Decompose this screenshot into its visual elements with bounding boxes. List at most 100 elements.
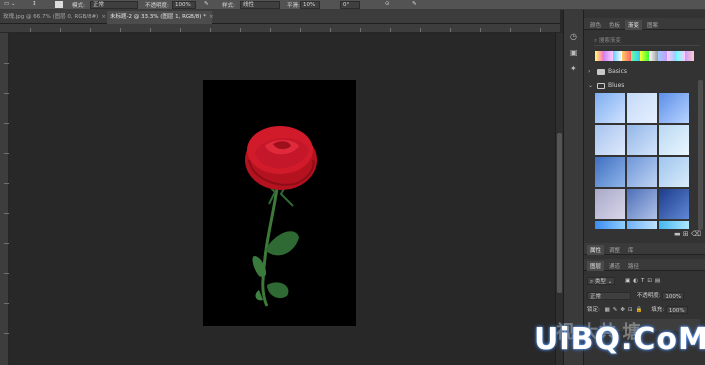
gradient-swatch[interactable] [685,51,694,61]
chevron-right-icon: › [588,68,591,75]
document-tab-bar: 玫瑰.jpg @ 66.7% (图层 0, RGB/8#) × 未标题-2 @ 3… [0,10,560,24]
layer-kind-select[interactable]: ⌕ 类型 ⌄ [587,276,616,285]
tab-untitled-2[interactable]: 未标题-2 @ 33.3% (图层 1, RGB/8) * × [107,11,214,24]
angle-input[interactable]: 0° [340,1,360,9]
gradient-swatch[interactable] [627,157,657,187]
gradient-swatch[interactable] [613,51,622,61]
gradient-swatch[interactable] [631,51,640,61]
gradient-swatch[interactable] [622,51,631,61]
layers-panel-tabs: 图层 通道 路径 [584,259,705,271]
settings-icon[interactable]: ✎ [412,1,417,7]
tab-channels[interactable]: 通道 [606,261,623,271]
move-icon[interactable]: ↕ [32,1,37,7]
gradient-swatch-icon[interactable] [55,1,63,8]
folder-label: Blues [608,82,625,89]
gradient-swatch[interactable] [667,51,676,61]
lock-icons[interactable]: ▦✎✥⊡🔒 [605,307,646,313]
layer-opacity-input[interactable]: 100% [662,291,685,300]
watermark-text: UiBQ.CoM [534,322,705,357]
style-select[interactable]: 线性 [240,1,280,9]
gradient-swatch[interactable] [659,157,689,187]
style-label: 样式: [222,3,235,9]
gradient-swatch[interactable] [649,51,658,61]
tab-properties[interactable]: 属性 [587,245,605,255]
recent-gradient-swatches [595,51,694,61]
gradient-swatch[interactable] [658,51,667,61]
tab-label: 未标题-2 @ 33.3% (图层 1, RGB/8) * [110,14,206,20]
gradient-swatch[interactable] [676,51,685,61]
smooth-label: 平滑: [287,3,300,9]
close-icon[interactable]: × [101,14,106,20]
gradient-swatch[interactable] [659,125,689,155]
tab-color[interactable]: 颜色 [587,20,604,30]
blend-mode-select[interactable]: 正常 [587,291,631,300]
trash-icon[interactable]: ⌫ [691,230,701,238]
new-gradient-icon[interactable]: ⊞ [683,230,689,238]
smooth-input[interactable]: 10% [300,1,320,9]
gradient-swatch[interactable] [659,221,689,229]
close-icon[interactable]: × [209,14,214,20]
gradient-swatch[interactable] [659,93,689,123]
canvas-vertical-scrollbar[interactable] [555,33,563,365]
folder-basics[interactable]: › Basics [588,67,627,77]
folder-open-icon [597,82,605,89]
watermark: 视 大共 塘 UiBQ.CoM [520,318,705,358]
rose-image [245,126,317,307]
gradient-swatch[interactable] [595,189,625,219]
document-canvas[interactable] [203,80,356,326]
tab-paths[interactable]: 路径 [625,261,642,271]
gradient-swatch[interactable] [595,157,625,187]
gradient-swatch[interactable] [595,125,625,155]
tab-layers[interactable]: 图层 [587,261,605,271]
layer-lock-row: 锁定: ▦✎✥⊡🔒 填充: 100% [587,305,703,315]
tab-swatches[interactable]: 色板 [606,20,623,30]
gradient-search-input[interactable]: ⌕ 搜索渐变 [594,37,700,46]
gradient-swatch[interactable] [627,125,657,155]
kind-label: 类型 [594,278,606,285]
history-icon[interactable]: ◷ [570,32,577,41]
options-bar: ▭ ⌄ ↕ 模式: 正常 不透明度: 100% ✎ 样式: 线性 平滑: 10%… [0,0,705,10]
opacity-input[interactable]: 100% [172,1,196,9]
gradient-swatch[interactable] [659,189,689,219]
layer-opacity-label: 不透明度: [636,293,661,299]
vertical-ruler [0,33,9,365]
mode-select[interactable]: 正常 [90,1,138,9]
properties-panel-tabs: 属性 调整 库 [584,243,705,255]
panel-scrollbar[interactable] [698,80,703,230]
tool-preset-icon[interactable]: ▭ ⌄ [4,1,16,7]
gradient-panel-actions: ▬ ⊞ ⌫ [674,230,701,238]
tab-gradients[interactable]: 渐变 [625,20,643,30]
gradient-swatch[interactable] [627,221,657,229]
tab-patterns[interactable]: 图案 [644,20,661,30]
folder-icon [597,68,605,75]
gradient-swatch[interactable] [595,51,604,61]
tab-label: 玫瑰.jpg @ 66.7% (图层 0, RGB/8#) [3,14,99,20]
folder-blues[interactable]: ⌄ Blues [588,81,624,91]
lock-label: 锁定: [587,307,600,313]
layer-filter-icons[interactable]: ▣◐T⊡▤ [625,278,663,284]
new-group-icon[interactable]: ▬ [674,230,681,238]
panel-dock-strip: ◷ ▣ ✦ [563,10,583,365]
layer-blend-row: 正常 不透明度: 100% [587,291,703,301]
gradient-swatch[interactable] [604,51,613,61]
gradient-swatch[interactable] [640,51,649,61]
pressure-icon[interactable]: ⊙ [385,1,390,7]
chevron-down-icon: ⌄ [588,82,594,89]
comment-icon[interactable]: ▣ [570,48,578,57]
gradient-swatch[interactable] [595,221,625,229]
search-placeholder: 搜索渐变 [598,38,621,44]
tab-rose-jpg[interactable]: 玫瑰.jpg @ 66.7% (图层 0, RGB/8#) × [0,11,106,24]
scrollbar-thumb[interactable] [557,133,562,293]
gear-icon[interactable]: ✦ [570,64,577,73]
tab-libraries[interactable]: 库 [625,245,637,255]
gradient-swatch[interactable] [627,93,657,123]
blues-gradient-grid [595,93,689,251]
gradient-swatch[interactable] [595,93,625,123]
fill-input[interactable]: 100% [665,305,688,314]
horizontal-ruler [0,24,560,33]
brush-icon[interactable]: ✎ [204,1,209,7]
tab-adjustments[interactable]: 调整 [606,245,623,255]
gradient-swatch[interactable] [627,189,657,219]
layer-filter-row: ⌕ 类型 ⌄ ▣◐T⊡▤ [587,276,703,286]
folder-label: Basics [608,68,628,75]
